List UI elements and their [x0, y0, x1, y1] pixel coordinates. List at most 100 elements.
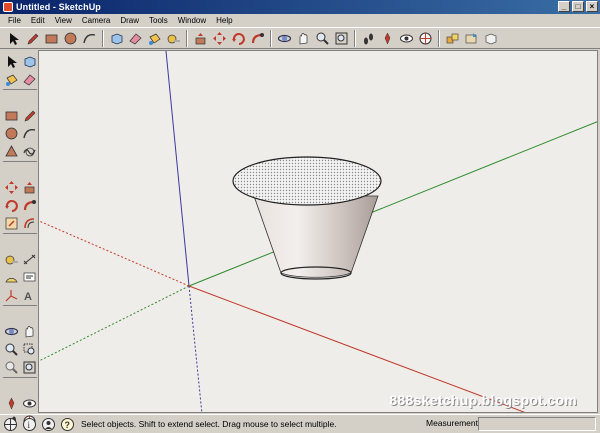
move-icon — [212, 31, 226, 45]
select-arrow-tool-button[interactable] — [2, 52, 20, 70]
zoom-window-icon — [23, 343, 34, 354]
user-icon[interactable] — [41, 417, 56, 432]
title-bar: Untitled - SketchUp _ □ × — [0, 0, 600, 14]
previous-view-icon — [5, 361, 18, 374]
rectangle-tool-button[interactable] — [42, 29, 60, 47]
credits-icon[interactable]: i — [22, 417, 37, 432]
toolbar-separator — [354, 29, 356, 47]
rotate-tool-button[interactable] — [229, 29, 247, 47]
toolbar-separator — [102, 29, 104, 47]
pencil-tool-button[interactable] — [20, 106, 38, 124]
share-model-tool-button[interactable] — [462, 29, 480, 47]
arc-tool-button[interactable] — [20, 124, 38, 142]
zoom-tool-button[interactable] — [2, 340, 20, 358]
look-around-tool-button[interactable] — [397, 29, 415, 47]
pencil-icon — [27, 33, 38, 44]
look-around-tool-button[interactable] — [20, 394, 38, 412]
pan-tool-button[interactable] — [20, 322, 38, 340]
green-axis-positive — [188, 121, 597, 287]
orbit-tool-button[interactable] — [2, 322, 20, 340]
offset-tool-button[interactable] — [20, 214, 38, 232]
close-button[interactable]: × — [586, 1, 598, 12]
menu-help[interactable]: Help — [211, 16, 237, 25]
follow-me-icon — [251, 32, 264, 43]
help-icon[interactable]: ? — [60, 417, 75, 432]
drawing-viewport[interactable]: 888sketchup.blogspot.com — [38, 50, 598, 413]
toolbar-separator — [3, 233, 37, 237]
axes-tool-button[interactable] — [2, 286, 20, 304]
make-component-tool-button[interactable] — [20, 52, 38, 70]
geo-location-icon[interactable] — [3, 417, 18, 432]
push-pull-tool-button[interactable] — [191, 29, 209, 47]
move-tool-button[interactable] — [2, 178, 20, 196]
menu-tools[interactable]: Tools — [144, 16, 173, 25]
scale-tool-button[interactable] — [2, 214, 20, 232]
paint-bucket-tool-button[interactable] — [2, 70, 20, 88]
zoom-window-tool-button[interactable] — [20, 340, 38, 358]
move-tool-button[interactable] — [210, 29, 228, 47]
circle-icon — [5, 127, 17, 139]
eraser-tool-button[interactable] — [20, 70, 38, 88]
3d-text-tool-button[interactable]: A — [20, 286, 38, 304]
zoom-extents-tool-button[interactable] — [20, 358, 38, 376]
follow-me-tool-button[interactable] — [248, 29, 266, 47]
walk-icon — [363, 33, 373, 44]
rectangle-tool-button[interactable] — [2, 106, 20, 124]
menu-edit[interactable]: Edit — [26, 16, 50, 25]
text-icon — [23, 272, 35, 281]
zoom-tool-button[interactable] — [313, 29, 331, 47]
menu-camera[interactable]: Camera — [77, 16, 115, 25]
rectangle-icon — [5, 111, 17, 120]
tape-measure-tool-button[interactable] — [164, 29, 182, 47]
cone-model[interactable] — [232, 156, 382, 280]
section-plane-icon — [419, 32, 431, 44]
push-pull-tool-button[interactable] — [20, 178, 38, 196]
position-camera-tool-button[interactable] — [2, 394, 20, 412]
measurements-input[interactable] — [478, 417, 596, 431]
get-models-tool-button[interactable] — [443, 29, 461, 47]
tape-measure-icon — [167, 34, 180, 43]
arc-tool-button[interactable] — [80, 29, 98, 47]
left-toolbar: A — [0, 50, 38, 427]
axes-icon — [5, 289, 17, 301]
position-camera-tool-button[interactable] — [378, 29, 396, 47]
make-component-icon — [111, 33, 122, 44]
toolbar-separator — [3, 89, 37, 93]
push-pull-icon — [195, 32, 205, 44]
protractor-tool-button[interactable] — [2, 268, 20, 286]
rotate-tool-button[interactable] — [2, 196, 20, 214]
menu-window[interactable]: Window — [173, 16, 211, 25]
walk-tool-button[interactable] — [359, 29, 377, 47]
select-arrow-tool-button[interactable] — [4, 29, 22, 47]
polygon-tool-button[interactable] — [2, 142, 20, 160]
circle-tool-button[interactable] — [61, 29, 79, 47]
offset-icon — [23, 217, 34, 228]
dimension-tool-button[interactable] — [20, 250, 38, 268]
tape-measure-icon — [5, 255, 18, 264]
paint-bucket-tool-button[interactable] — [145, 29, 163, 47]
share-component-tool-button[interactable] — [481, 29, 499, 47]
look-around-icon — [22, 399, 36, 407]
eraser-tool-button[interactable] — [126, 29, 144, 47]
follow-me-tool-button[interactable] — [20, 196, 38, 214]
circle-tool-button[interactable] — [2, 124, 20, 142]
menu-file[interactable]: File — [3, 16, 26, 25]
make-component-tool-button[interactable] — [107, 29, 125, 47]
toolbar-separator — [270, 29, 272, 47]
zoom-extents-tool-button[interactable] — [332, 29, 350, 47]
pencil-tool-button[interactable] — [23, 29, 41, 47]
pan-tool-button[interactable] — [294, 29, 312, 47]
tape-measure-tool-button[interactable] — [2, 250, 20, 268]
rectangle-icon — [45, 34, 57, 43]
menu-draw[interactable]: Draw — [115, 16, 144, 25]
freehand-tool-button[interactable] — [20, 142, 38, 160]
previous-view-tool-button[interactable] — [2, 358, 20, 376]
minimize-button[interactable]: _ — [558, 1, 570, 12]
blue-axis-positive — [165, 51, 190, 287]
move-icon — [4, 180, 18, 194]
orbit-tool-button[interactable] — [275, 29, 293, 47]
text-tool-button[interactable] — [20, 268, 38, 286]
menu-view[interactable]: View — [50, 16, 77, 25]
maximize-button[interactable]: □ — [572, 1, 584, 12]
section-plane-tool-button[interactable] — [416, 29, 434, 47]
